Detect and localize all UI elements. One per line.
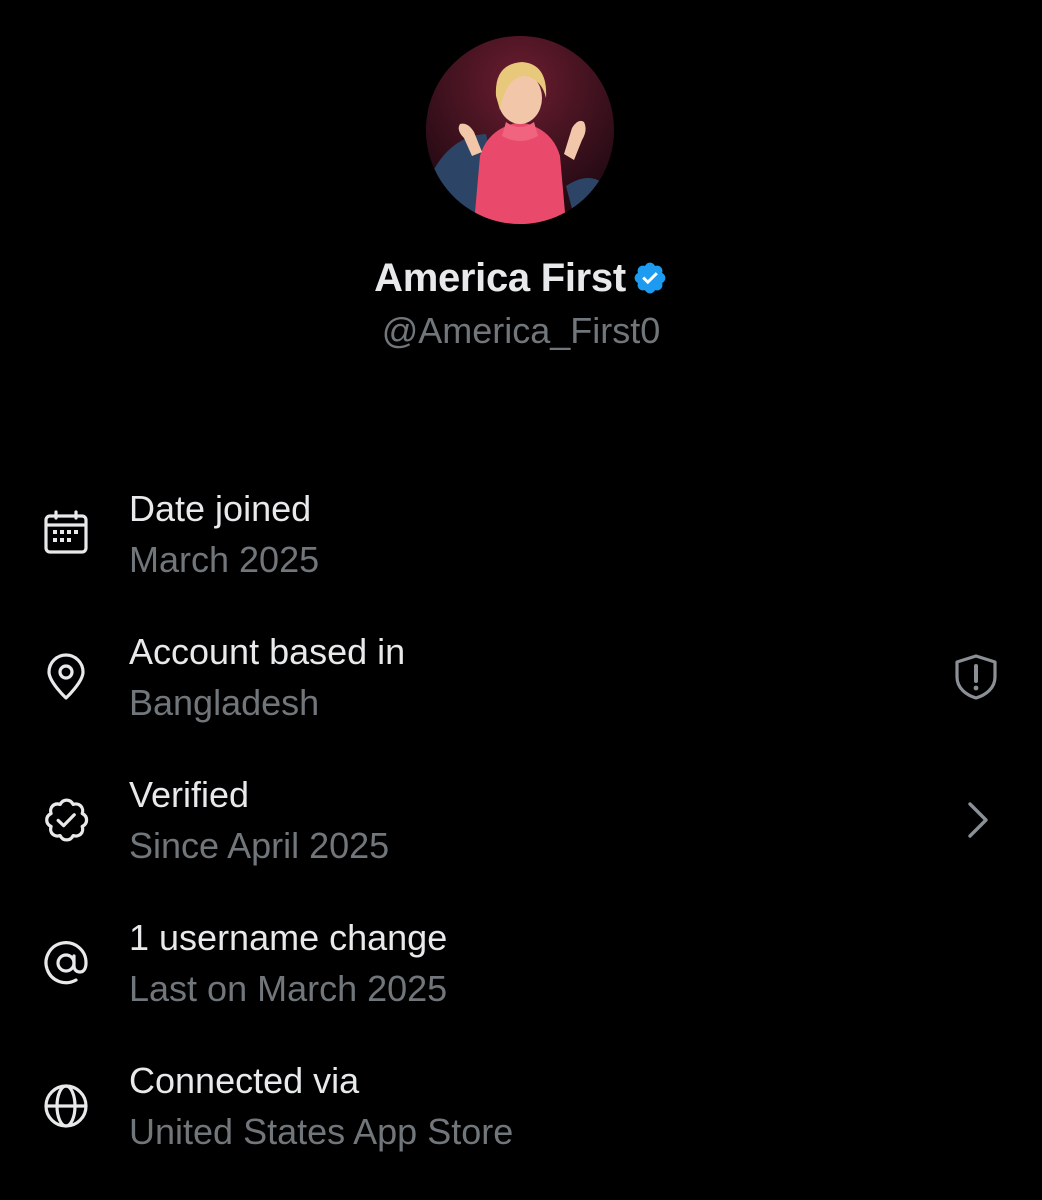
location-pin-icon: [40, 651, 92, 703]
username-change-title: 1 username change: [129, 917, 448, 958]
shield-alert-icon[interactable]: [950, 651, 1002, 703]
display-name-row: America First: [0, 252, 1042, 304]
info-row-account-location: Account based in Bangladesh: [0, 623, 1042, 766]
globe-icon: [40, 1080, 92, 1132]
profile-header: America First @America_First0: [0, 0, 1042, 360]
date-joined-title: Date joined: [129, 488, 312, 529]
chevron-right-icon[interactable]: [950, 794, 1002, 846]
account-info-list: Date joined March 2025 Account based in …: [0, 480, 1042, 1195]
info-row-username-changes: 1 username change Last on March 2025: [0, 909, 1042, 1052]
username-handle: @America_First0: [381, 310, 661, 351]
avatar[interactable]: [426, 36, 614, 224]
account-based-in-value: Bangladesh: [129, 682, 320, 723]
calendar-icon: [40, 508, 92, 560]
connected-via-title: Connected via: [129, 1060, 360, 1101]
display-name: America First: [374, 256, 626, 300]
verified-check-icon: [40, 794, 92, 846]
info-row-connected-via: Connected via United States App Store: [0, 1052, 1042, 1195]
connected-via-value: United States App Store: [129, 1111, 514, 1152]
verified-badge-icon[interactable]: [632, 257, 668, 294]
verified-title: Verified: [129, 774, 250, 815]
username-change-value: Last on March 2025: [129, 968, 448, 1009]
info-row-date-joined: Date joined March 2025: [0, 480, 1042, 623]
account-based-in-title: Account based in: [129, 631, 406, 672]
info-row-verified[interactable]: Verified Since April 2025: [0, 766, 1042, 909]
avatar-photo: [426, 36, 614, 224]
at-sign-icon: [40, 937, 92, 989]
verified-since-value: Since April 2025: [129, 825, 390, 866]
date-joined-value: March 2025: [129, 539, 320, 580]
